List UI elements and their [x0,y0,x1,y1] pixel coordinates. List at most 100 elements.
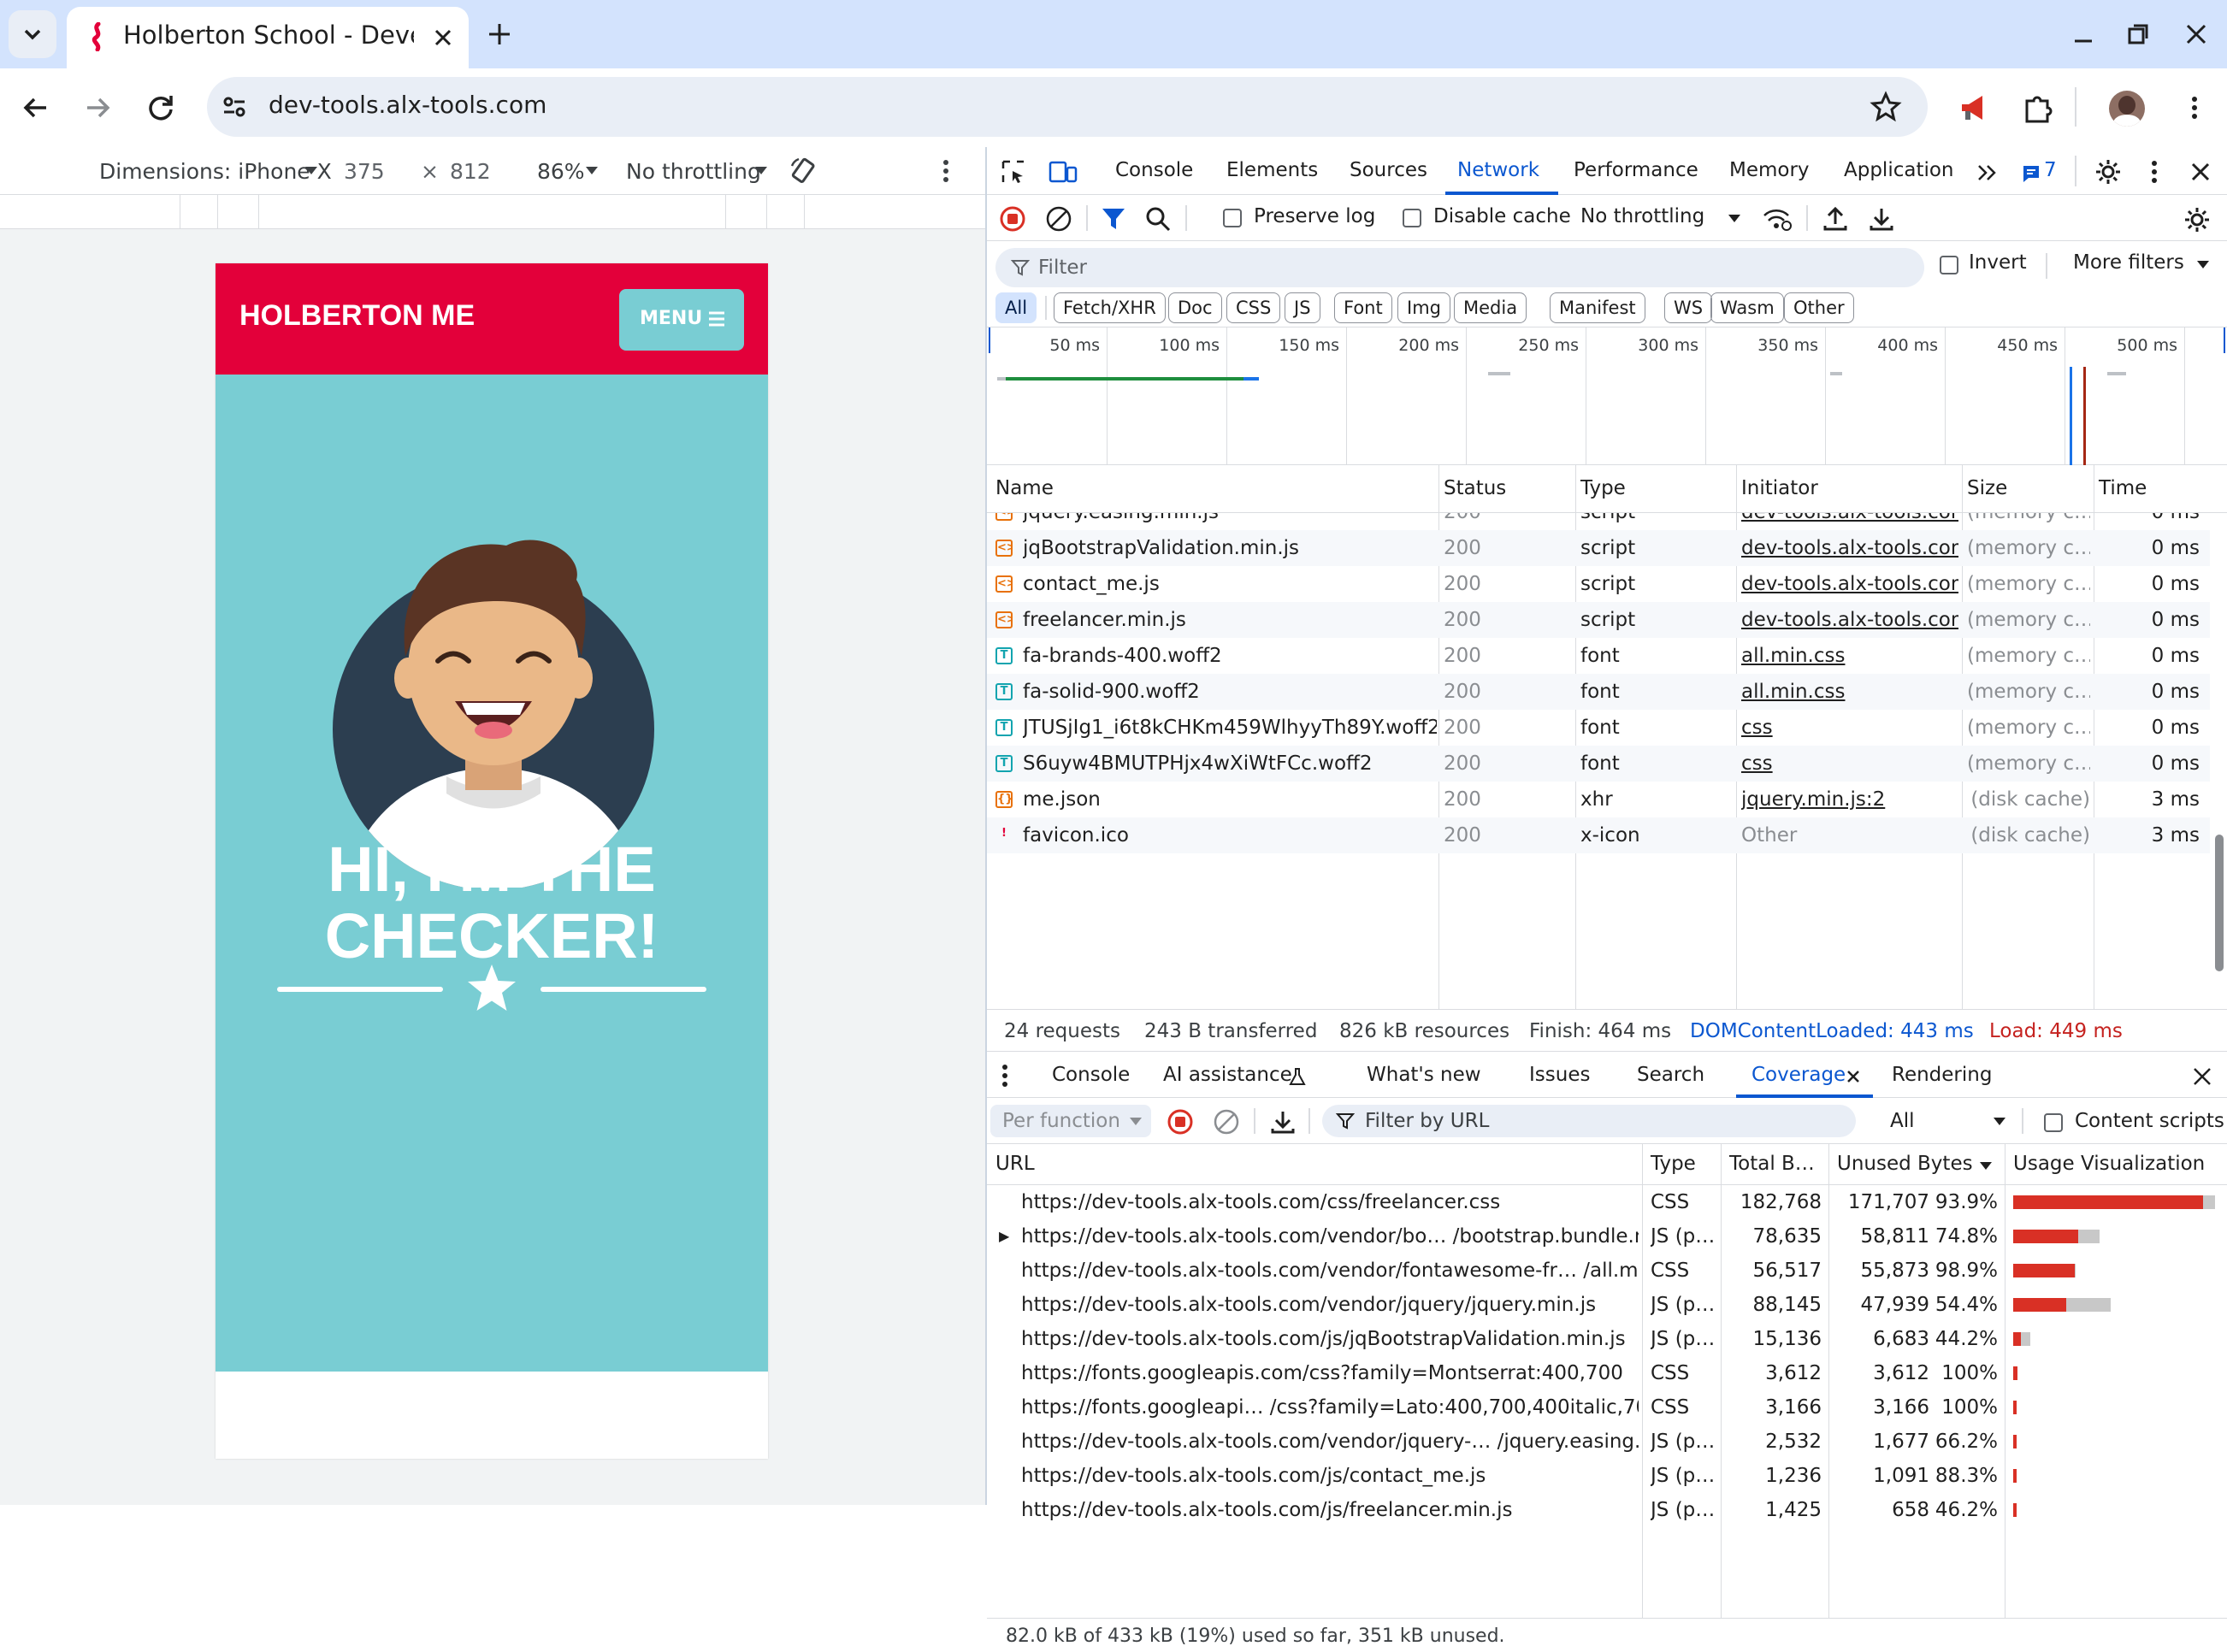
type-filter-doc[interactable]: Doc [1168,292,1222,323]
type-filter-all[interactable]: All [995,292,1037,323]
device-more-icon[interactable] [932,157,960,185]
close-coverage-tab-icon[interactable] [1846,1069,1861,1084]
request-row[interactable]: <> freelancer.min.js 200 script dev-tools.al… [987,602,2210,638]
coverage-row[interactable]: https://dev-tools.alx-tools.com/vendor/j… [987,1288,2227,1322]
type-filter-wasm[interactable]: Wasm [1710,292,1784,323]
export-har-icon[interactable] [1868,205,1895,233]
preserve-log-checkbox[interactable] [1223,206,1242,228]
issues-icon[interactable] [2022,164,2041,183]
profile-avatar[interactable] [2109,91,2145,127]
bookmark-star-icon[interactable] [1870,91,1902,123]
request-initiator[interactable]: dev-tools.alx-tools.com/ [1741,602,1958,638]
omnibox[interactable]: dev-tools.alx-tools.com [207,77,1928,137]
coverage-export-icon[interactable] [1269,1108,1297,1136]
coverage-row[interactable]: ▶ https://dev-tools.alx-tools.com/vendor/… [987,1219,2227,1254]
content-scripts-checkbox[interactable] [2044,1111,2063,1133]
tab-sources[interactable]: Sources [1350,159,1427,181]
browser-tab-active[interactable]: Holberton School - Devel [67,7,469,68]
request-initiator[interactable]: all.min.css [1741,674,1958,710]
rotate-icon[interactable] [789,156,819,186]
type-filter-ws[interactable]: WS [1664,292,1713,323]
site-brand[interactable]: HOLBERTON ME [239,299,475,333]
device-select[interactable]: Dimensions: iPhone X [99,159,332,184]
close-window-icon[interactable] [2181,19,2212,50]
coverage-row[interactable]: https://dev-tools.alx-tools.com/vendor/f… [987,1254,2227,1288]
col-name[interactable]: Name [995,477,1054,506]
browser-menu-icon[interactable] [2177,91,2212,125]
request-row[interactable]: <> jquery.easing.min.js 200 script dev-tools… [987,513,2210,530]
device-width-input[interactable]: 375 [344,159,385,184]
drawer-tab-coverage[interactable]: Coverage [1751,1064,1846,1086]
request-row[interactable]: <> contact_me.js 200 script dev-tools.alx-to… [987,566,2210,602]
drawer-tab-ai-assistance[interactable]: AI assistance [1163,1064,1292,1086]
col-status[interactable]: Status [1444,477,1506,506]
scrollbar-thumb[interactable] [2215,835,2224,971]
coverage-mode-select[interactable]: Per function [990,1105,1151,1137]
col-initiator[interactable]: Initiator [1741,477,1818,506]
new-tab-icon[interactable] [484,19,515,50]
coverage-row[interactable]: https://dev-tools.alx-tools.com/js/conta… [987,1459,2227,1493]
search-icon[interactable] [1144,205,1172,233]
network-settings-icon[interactable] [2183,205,2212,234]
cov-col-type[interactable]: Type [1651,1153,1696,1182]
settings-gear-icon[interactable] [2094,157,2123,186]
extensions-puzzle-icon[interactable] [2020,91,2056,127]
back-icon[interactable] [19,91,53,125]
tab-memory[interactable]: Memory [1729,159,1810,181]
coverage-row[interactable]: https://dev-tools.alx-tools.com/js/jqBoo… [987,1322,2227,1356]
filter-funnel-icon[interactable] [1100,205,1127,233]
close-drawer-icon[interactable] [2191,1065,2213,1088]
inspect-element-icon[interactable] [1001,159,1026,185]
forward-icon[interactable] [80,91,115,125]
network-throttling-select[interactable]: No throttling [1580,205,1704,227]
drawer-tab-console[interactable]: Console [1052,1064,1130,1086]
restore-icon[interactable] [2123,19,2153,50]
col-size[interactable]: Size [1967,477,2007,506]
devtools-menu-icon[interactable] [2141,159,2167,185]
throttling-select[interactable]: No throttling [626,159,761,184]
request-initiator[interactable]: dev-tools.alx-tools.com/ [1741,513,1958,530]
type-filter-fetch[interactable]: Fetch/XHR [1054,292,1166,323]
invert-checkbox[interactable] [1940,253,1958,275]
drawer-tab-search[interactable]: Search [1637,1064,1704,1086]
close-tab-icon[interactable] [429,24,457,51]
request-initiator[interactable]: dev-tools.alx-tools.com/ [1741,566,1958,602]
coverage-row[interactable]: https://fonts.googleapi… /css?family=Lat… [987,1390,2227,1425]
coverage-row[interactable]: https://dev-tools.alx-tools.com/js/freel… [987,1493,2227,1527]
type-filter-font[interactable]: Font [1334,292,1392,323]
megaphone-icon[interactable] [1957,91,1993,127]
minimize-icon[interactable] [2068,19,2099,50]
coverage-row[interactable]: https://dev-tools.alx-tools.com/css/free… [987,1185,2227,1219]
request-initiator[interactable]: jquery.min.js:2 [1741,782,1958,817]
cov-col-visualization[interactable]: Usage Visualization [2013,1153,2205,1182]
request-initiator[interactable]: css [1741,746,1958,782]
zoom-select[interactable]: 86% [537,159,585,184]
coverage-type-select[interactable]: All [1890,1110,1915,1132]
cov-col-total[interactable]: Total B… [1729,1153,1815,1182]
request-initiator[interactable]: dev-tools.alx-tools.com/ [1741,530,1958,566]
coverage-clear-icon[interactable] [1213,1108,1240,1136]
request-row[interactable]: T S6uyw4BMUTPHjx4wXiWtFCc.woff2 200 font css… [987,746,2210,782]
record-stop-icon[interactable] [999,205,1026,233]
expand-triangle-icon[interactable]: ▶ [999,1219,1009,1254]
request-row[interactable]: T JTUSjIg1_i6t8kCHKm459WlhyyTh89Y.woff2 20… [987,710,2210,746]
request-row[interactable]: Tfa-brands-400.woff2 200 font all.min.css (m… [987,638,2210,674]
tab-application[interactable]: Application [1844,159,1954,181]
network-overview[interactable]: 50 ms 100 ms 150 ms 200 ms 250 ms 300 ms 350 m… [987,327,2227,466]
type-filter-manifest[interactable]: Manifest [1550,292,1645,323]
import-har-icon[interactable] [1822,205,1849,233]
request-row[interactable]: {} me.json 200 xhr jquery.min.js:2 (disk cach… [987,782,2210,817]
tab-elements[interactable]: Elements [1226,159,1318,181]
clear-icon[interactable] [1045,205,1072,233]
overview-handle-right[interactable] [2224,327,2225,353]
tab-search-button[interactable] [9,10,56,58]
overview-handle-left[interactable] [989,327,990,353]
more-tabs-icon[interactable] [1976,162,2000,183]
device-toggle-icon[interactable] [1049,159,1078,185]
coverage-row[interactable]: https://fonts.googleapis.com/css?family=… [987,1356,2227,1390]
type-filter-other[interactable]: Other [1784,292,1854,323]
coverage-url-filter[interactable]: Filter by URL [1322,1105,1856,1137]
coverage-row[interactable]: https://dev-tools.alx-tools.com/vendor/j… [987,1425,2227,1459]
type-filter-js[interactable]: JS [1285,292,1320,323]
drawer-menu-icon[interactable] [999,1064,1011,1088]
